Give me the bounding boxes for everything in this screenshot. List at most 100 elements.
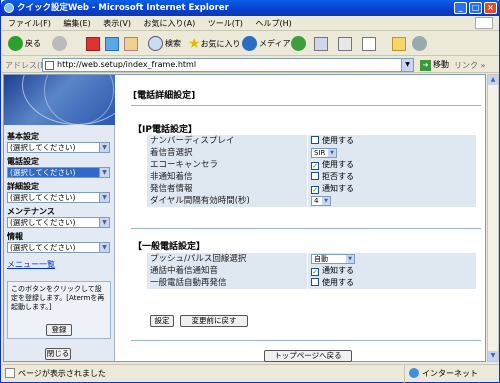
sidebar-label: メンテナンス [7,207,55,216]
phone-settings-select[interactable]: (選択してください) ▼ [7,167,110,178]
logo-banner [4,75,115,125]
call-waiting-tone-checkbox[interactable]: ✓ [311,268,319,276]
chevron-down-icon: ▼ [99,143,109,152]
row-value: 自動 ▼ [308,253,476,265]
table-row: プッシュ/パルス回線選択 自動 ▼ [147,253,476,265]
history-icon [291,36,306,51]
row-value: 使用する [308,277,476,289]
caller-info-checkbox[interactable]: ✓ [311,186,319,194]
menu-file[interactable]: ファイル(F) [8,19,51,28]
media-icon [242,36,257,51]
security-zone: インターネット [404,365,478,383]
info-select[interactable]: (選択してください) ▼ [7,242,110,253]
auto-redial-checkbox[interactable] [311,278,319,286]
register-button[interactable]: 登録 [46,324,72,336]
echo-canceller-checkbox[interactable]: ✓ [311,162,319,170]
home-icon [124,36,138,51]
go-button[interactable]: ➔ 移動 [420,59,449,71]
row-label: 発信者情報 [147,183,307,195]
chevron-down-icon: ▼ [99,193,109,202]
table-row: 一般電話自動再発信 使用する [147,277,476,289]
row-value: 拒否する [308,171,476,183]
register-note-box: このボタンをクリックして設定を登録します。[Atermを再起動します。] 登録 [7,281,111,339]
close-button[interactable]: 閉じる [45,348,71,360]
reset-button[interactable]: 変更前に戻す [180,315,248,327]
scroll-up-icon[interactable]: ▲ [488,75,498,85]
star-icon: ★ [188,36,201,52]
page-done-icon [5,368,15,378]
folder-button[interactable] [392,36,406,52]
number-display-checkbox[interactable] [311,136,319,144]
vertical-scrollbar[interactable]: ▲ ▼ [487,74,499,362]
messenger-button[interactable] [412,36,429,52]
sidebar-label: 情報 [7,232,23,241]
menu-view[interactable]: 表示(V) [103,19,131,28]
links-button[interactable]: リンク » [454,60,485,71]
menu-list-link[interactable]: メニュー一覧 [7,259,55,270]
row-label: 通話中着信通知音 [147,265,307,277]
menu-tools[interactable]: ツール(T) [208,19,243,28]
print-icon [338,36,352,51]
toolbar: 戻る 検索 ★お気に入り メディア [2,32,499,56]
maximize-button[interactable]: □ [469,2,482,14]
basic-settings-select[interactable]: (選択してください) ▼ [7,142,110,153]
anonymous-reject-checkbox[interactable] [311,172,319,180]
set-button[interactable]: 設定 [150,315,174,327]
menu-help[interactable]: ヘルプ(H) [255,19,291,28]
general-phone-table: プッシュ/パルス回線選択 自動 ▼ 通話中着信通知音 ✓ 通知する 一般電話自動再発信使… [147,253,476,289]
ringtone-select[interactable]: SIR ▼ [311,147,337,158]
advanced-settings-select[interactable]: (選択してください) ▼ [7,192,110,203]
edit-button[interactable] [362,36,376,52]
status-text: ページが表示されました [18,369,106,378]
menu-favorites[interactable]: お気に入り(A) [144,19,196,28]
media-button[interactable]: メディア [242,36,290,52]
minimize-button[interactable]: _ [454,2,467,14]
sidebar-label: 詳細設定 [7,182,39,191]
divider [131,105,481,106]
browser-window: クイック設定Web - Microsoft Internet Explorer … [0,0,500,383]
refresh-button[interactable] [105,36,119,52]
sidebar: 基本設定 (選択してください) ▼ 電話設定 (選択してください) ▼ 詳細設定 (… [4,75,115,361]
internet-globe-icon [409,368,419,378]
table-row: ナンバーディスプレイ 使用する [147,135,476,147]
forward-button[interactable] [52,36,69,52]
edit-icon [362,36,376,51]
favorites-button[interactable]: ★お気に入り [188,36,241,52]
chevron-down-icon: ▼ [99,243,109,252]
menu-edit[interactable]: 編集(E) [63,19,90,28]
stop-button[interactable] [86,36,100,52]
top-page-button[interactable]: トップページへ戻る [264,350,352,362]
chevron-down-icon: ▼ [99,218,109,227]
maintenance-select[interactable]: (選択してください) ▼ [7,217,110,228]
table-row: 通話中着信通知音 ✓ 通知する [147,265,476,277]
print-button[interactable] [338,36,352,52]
address-input[interactable]: http://web.setup/index_frame.html ▼ [42,58,414,72]
close-window-button[interactable]: × [484,2,497,14]
history-button[interactable] [291,36,308,52]
mail-button[interactable] [314,36,328,52]
row-label: 非通知着信 [147,171,307,183]
row-label: ナンバーディスプレイ [147,135,307,147]
row-label: 着信音選択 [147,147,307,159]
search-button[interactable]: 検索 [148,36,181,52]
sidebar-section-info: 情報 (選択してください) ▼ [7,232,111,253]
folder-icon [392,36,406,51]
table-row: エコーキャンセラ ✓ 使用する [147,159,476,171]
dial-interval-select[interactable]: 4 ▼ [311,195,331,206]
home-button[interactable] [124,36,138,52]
back-button[interactable]: 戻る [8,36,41,52]
chevron-down-icon[interactable]: ▼ [401,59,413,71]
windows-logo-icon [475,17,493,29]
sidebar-label: 電話設定 [7,157,39,166]
row-label: プッシュ/パルス回線選択 [147,253,307,265]
ie-icon [4,3,14,13]
table-row: 着信音選択 SIR ▼ [147,147,476,159]
push-pulse-select[interactable]: 自動 ▼ [311,253,355,264]
chevron-down-icon: ▼ [346,254,354,263]
refresh-icon [105,36,119,51]
row-value: ✓ 使用する [308,159,476,171]
scroll-down-icon[interactable]: ▼ [488,351,498,361]
sidebar-label: 基本設定 [7,132,39,141]
row-label: 一般電話自動再発信 [147,277,307,289]
table-row: ダイヤル間隔有効時間(秒) 4 ▼ [147,195,476,207]
